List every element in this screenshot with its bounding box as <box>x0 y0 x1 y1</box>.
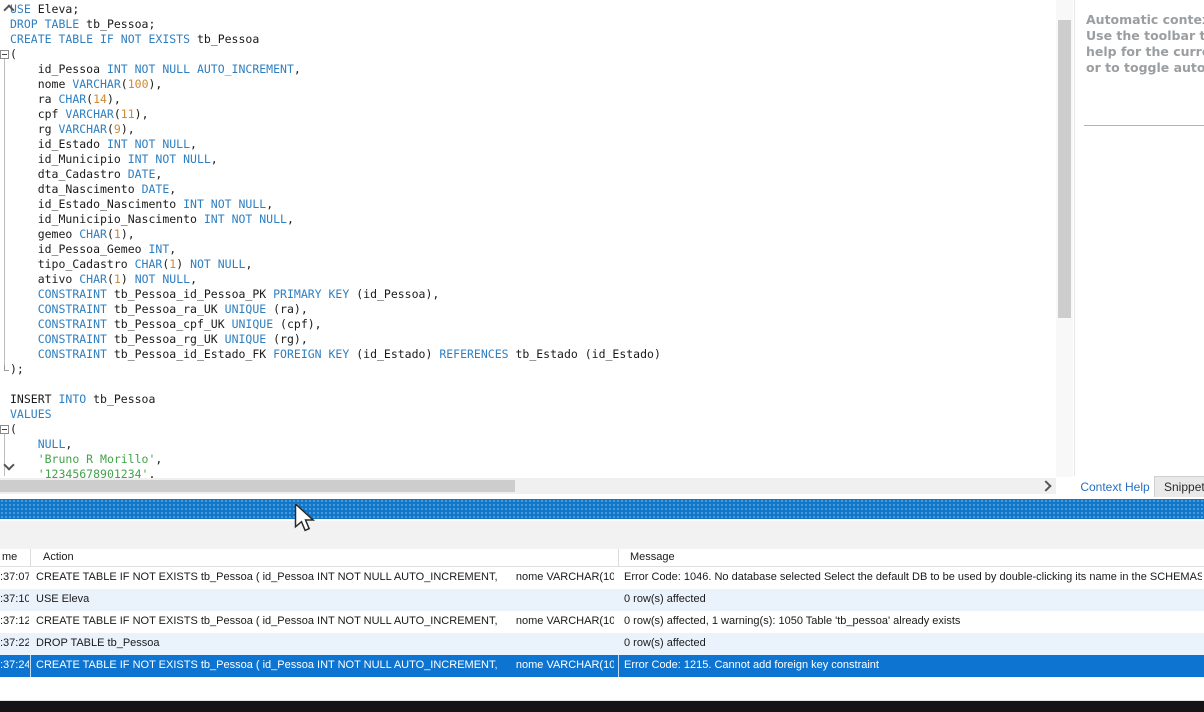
vertical-scrollbar-thumb[interactable] <box>1058 20 1071 318</box>
code-line: dta_Cadastro DATE, <box>10 167 1056 182</box>
code-line: nome VARCHAR(100), <box>10 77 1056 92</box>
context-help-text: help for the curre <box>1075 44 1204 60</box>
editor-vertical-scrollbar[interactable] <box>1056 0 1073 477</box>
fold-line <box>4 434 5 476</box>
editor-horizontal-scrollbar[interactable] <box>0 478 1056 494</box>
code-line: USE Eleva; <box>10 2 1056 17</box>
code-line: '12345678901234', <box>10 467 1056 478</box>
code-line: VALUES <box>10 407 1056 422</box>
code-line: CONSTRAINT tb_Pessoa_ra_UK UNIQUE (ra), <box>10 302 1056 317</box>
output-row[interactable]: :37:22 DROP TABLE tb_Pessoa 0 row(s) affec… <box>0 633 1204 655</box>
output-row-time: :37:24 <box>0 659 29 671</box>
output-row-action: CREATE TABLE IF NOT EXISTS tb_Pessoa ( i… <box>36 571 614 583</box>
code-line: id_Pessoa_Gemeo INT, <box>10 242 1056 257</box>
code-line: CONSTRAINT tb_Pessoa_id_Estado_FK FOREIG… <box>10 347 1056 362</box>
action-output-grid: me Action Message :37:07 CREATE TABLE IF … <box>0 549 1204 700</box>
code-line: NULL, <box>10 437 1056 452</box>
sql-editor[interactable]: USE Eleva;DROP TABLE tb_Pessoa;CREATE TA… <box>0 0 1056 478</box>
output-row-action: CREATE TABLE IF NOT EXISTS tb_Pessoa ( i… <box>36 615 614 627</box>
fold-line <box>4 59 5 365</box>
code-line: tipo_Cadastro CHAR(1) NOT NULL, <box>10 257 1056 272</box>
output-row[interactable]: :37:24 CREATE TABLE IF NOT EXISTS tb_Pess… <box>0 655 1204 677</box>
output-row-time: :37:12 <box>0 615 29 627</box>
output-row[interactable]: :37:10 USE Eleva 0 row(s) affected <box>0 589 1204 611</box>
context-help-text: Automatic context <box>1075 12 1204 28</box>
code-line: ra CHAR(14), <box>10 92 1056 107</box>
tab-snippets[interactable]: Snippets <box>1154 476 1204 497</box>
output-row-action: DROP TABLE tb_Pessoa <box>36 637 614 649</box>
code-line: ( <box>10 422 1056 437</box>
output-row-time: :37:22 <box>0 637 29 649</box>
column-divider <box>30 655 31 677</box>
code-line: CONSTRAINT tb_Pessoa_rg_UK UNIQUE (rg), <box>10 332 1056 347</box>
grid-header-row: me Action Message <box>0 549 1204 567</box>
code-line: gemeo CHAR(1), <box>10 227 1056 242</box>
panel-splitter[interactable] <box>0 499 1204 519</box>
code-line: CONSTRAINT tb_Pessoa_cpf_UK UNIQUE (cpf)… <box>10 317 1056 332</box>
output-row-action: CREATE TABLE IF NOT EXISTS tb_Pessoa ( i… <box>36 659 614 671</box>
output-row-message: Error Code: 1215. Cannot add foreign key… <box>624 659 1202 671</box>
code-line: id_Estado INT NOT NULL, <box>10 137 1056 152</box>
output-row[interactable]: :37:07 CREATE TABLE IF NOT EXISTS tb_Pess… <box>0 567 1204 589</box>
bottom-dark-bar <box>0 701 1204 712</box>
code-line: rg VARCHAR(9), <box>10 122 1056 137</box>
code-line: CREATE TABLE IF NOT EXISTS tb_Pessoa <box>10 32 1056 47</box>
column-header-time[interactable]: me <box>2 551 17 563</box>
editor-fold-gutter[interactable] <box>0 0 10 478</box>
mysql-workbench-window: USE Eleva;DROP TABLE tb_Pessoa;CREATE TA… <box>0 0 1204 712</box>
output-row-action: USE Eleva <box>36 593 614 605</box>
code-line: INSERT INTO tb_Pessoa <box>10 392 1056 407</box>
mouse-cursor-icon <box>294 504 318 534</box>
output-row[interactable]: :37:12 CREATE TABLE IF NOT EXISTS tb_Pess… <box>0 611 1204 633</box>
output-panel-header: utput ▾ <box>0 521 1204 549</box>
code-line: ); <box>10 362 1056 377</box>
code-line: CONSTRAINT tb_Pessoa_id_Pessoa_PK PRIMAR… <box>10 287 1056 302</box>
column-divider[interactable] <box>618 549 619 567</box>
code-line: id_Municipio INT NOT NULL, <box>10 152 1056 167</box>
output-row-message: Error Code: 1046. No database selected S… <box>624 571 1202 583</box>
column-header-action[interactable]: Action <box>43 551 74 563</box>
sql-code: USE Eleva;DROP TABLE tb_Pessoa;CREATE TA… <box>10 2 1056 478</box>
tab-context-help[interactable]: Context Help <box>1078 477 1152 497</box>
output-row-time: :37:10 <box>0 593 29 605</box>
horizontal-scrollbar-thumb[interactable] <box>0 480 515 492</box>
code-line: id_Pessoa INT NOT NULL AUTO_INCREMENT, <box>10 62 1056 77</box>
code-line: 'Bruno R Morillo', <box>10 452 1056 467</box>
fold-collapse-icon[interactable] <box>0 50 9 59</box>
code-line: ( <box>10 47 1056 62</box>
column-divider[interactable] <box>30 549 31 567</box>
code-line <box>10 377 1056 392</box>
column-header-message[interactable]: Message <box>630 551 675 563</box>
output-row-message: 0 row(s) affected <box>624 637 1202 649</box>
context-help-text: or to toggle autom <box>1075 60 1204 76</box>
code-line: id_Municipio_Nascimento INT NOT NULL, <box>10 212 1056 227</box>
output-row-message: 0 row(s) affected <box>624 593 1202 605</box>
output-row-message: 0 row(s) affected, 1 warning(s): 1050 Ta… <box>624 615 1202 627</box>
context-help-text: Use the toolbar to <box>1075 28 1204 44</box>
code-line: dta_Nascimento DATE, <box>10 182 1056 197</box>
help-panel-divider <box>1084 125 1204 126</box>
code-line: ativo CHAR(1) NOT NULL, <box>10 272 1056 287</box>
fold-collapse-icon[interactable] <box>0 425 9 434</box>
context-help-panel: Automatic context Use the toolbar to hel… <box>1074 0 1204 476</box>
column-divider <box>618 655 619 677</box>
fold-end-icon <box>4 365 9 371</box>
code-line: cpf VARCHAR(11), <box>10 107 1056 122</box>
code-line: id_Estado_Nascimento INT NOT NULL, <box>10 197 1056 212</box>
output-row-time: :37:07 <box>0 571 29 583</box>
code-line: DROP TABLE tb_Pessoa; <box>10 17 1056 32</box>
